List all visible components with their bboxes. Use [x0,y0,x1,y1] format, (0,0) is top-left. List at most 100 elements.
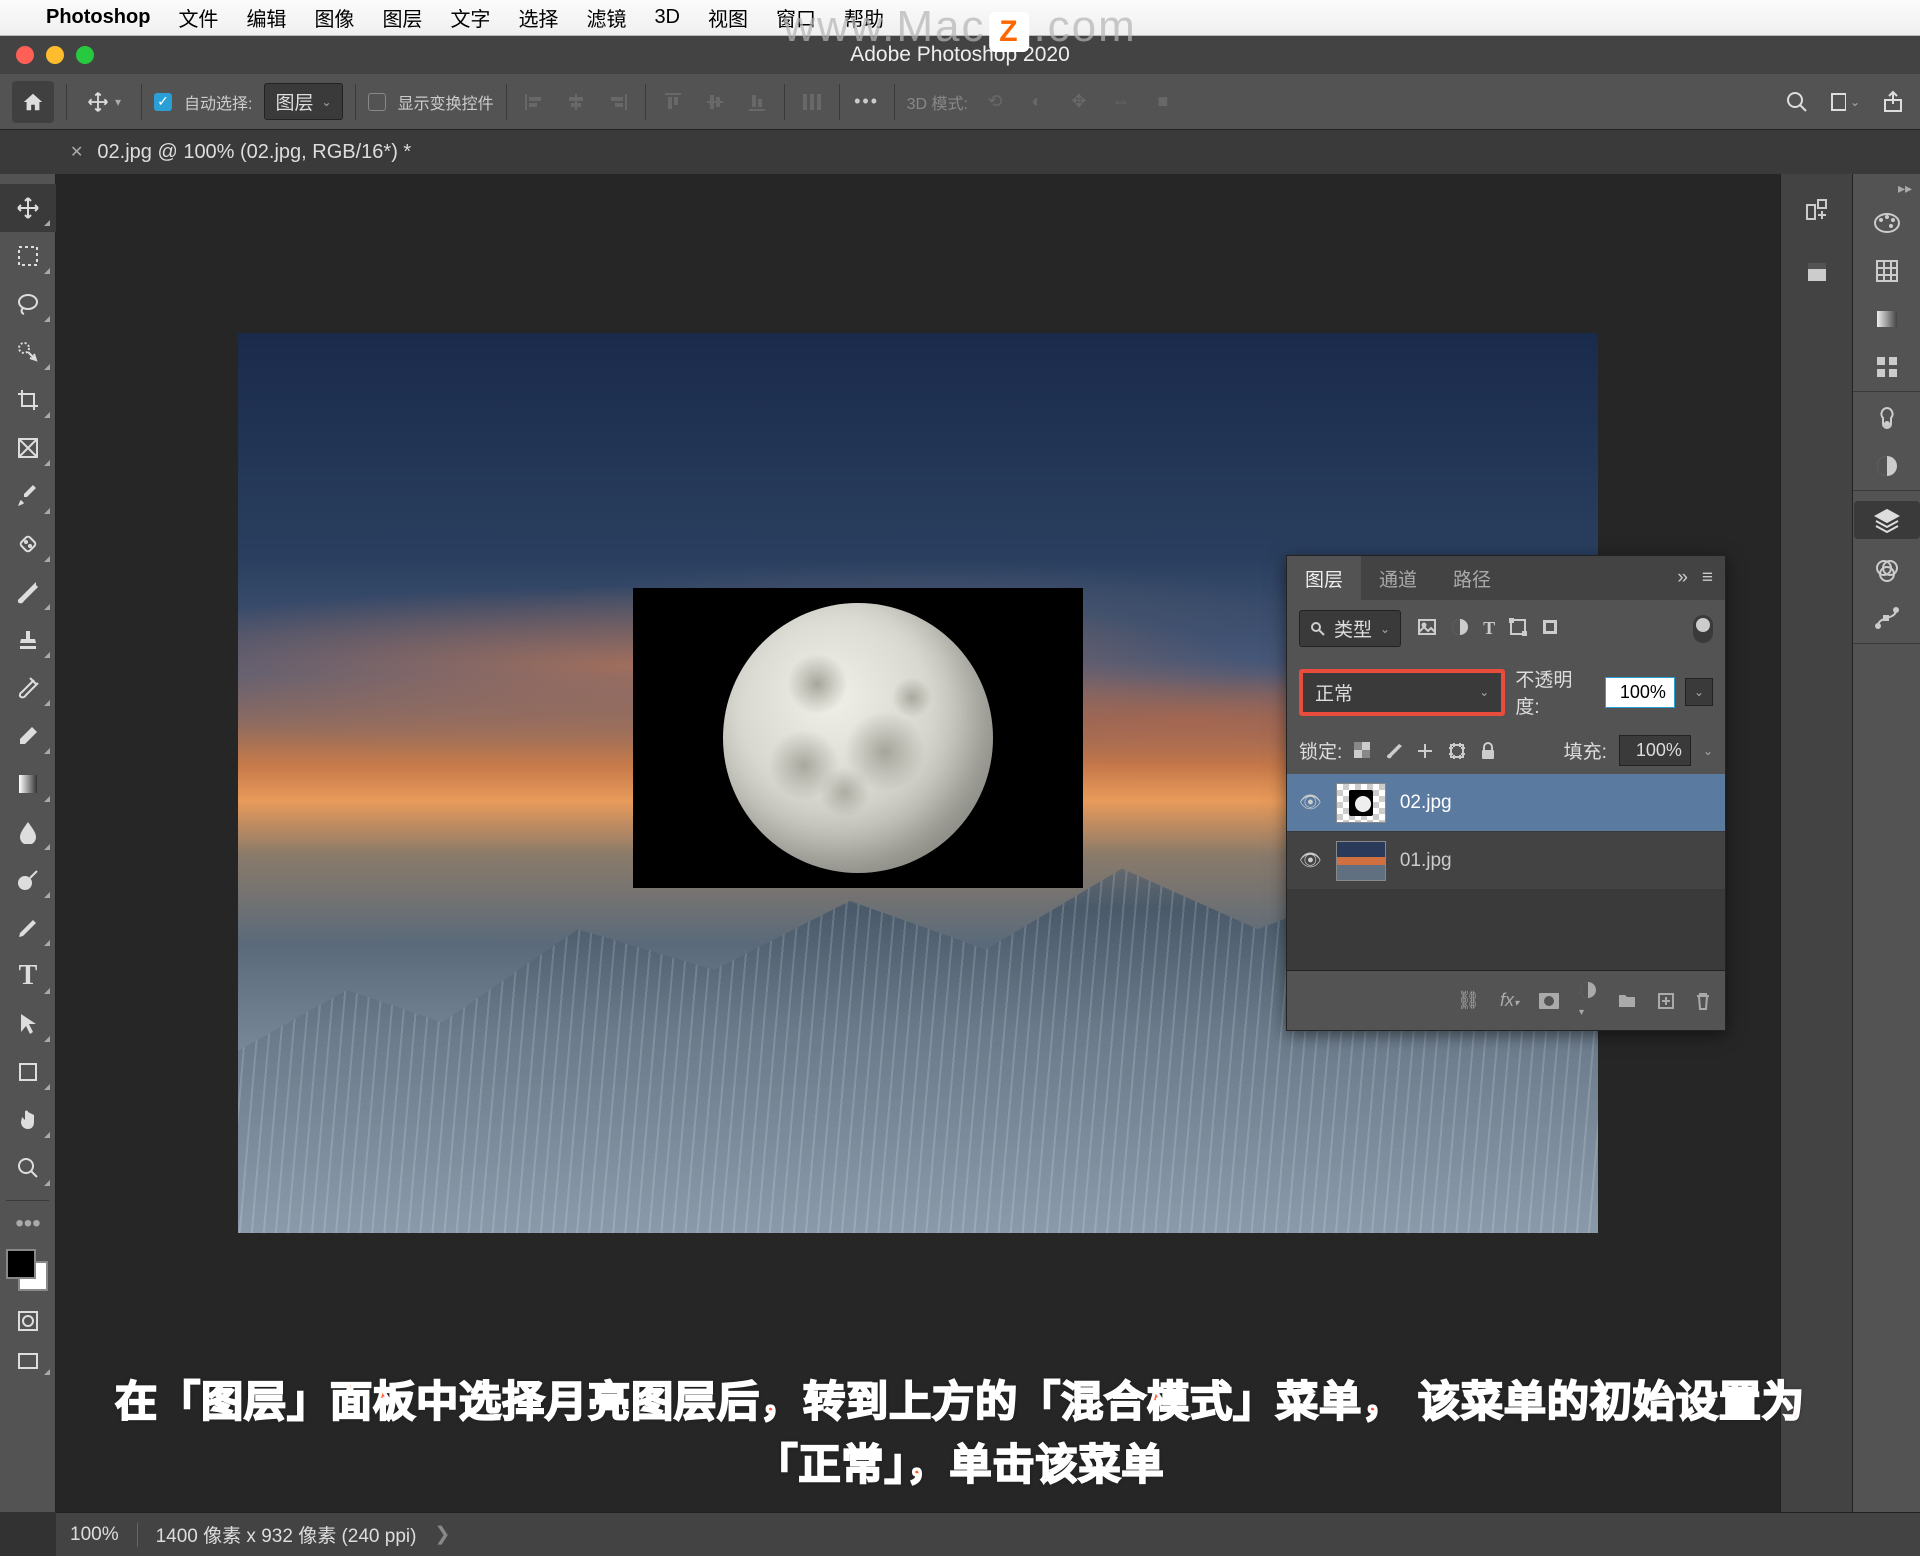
align-top-icon[interactable] [658,87,688,117]
menu-3d[interactable]: 3D [654,6,680,29]
panel-menu-icon[interactable]: ≡ [1702,567,1713,589]
align-hcenter-icon[interactable] [561,87,591,117]
search-icon[interactable] [1782,87,1812,117]
type-tool[interactable]: T [0,952,56,1000]
swatches-panel-icon[interactable] [1871,255,1903,287]
3d-orbit-icon[interactable]: ⟲ [980,87,1010,117]
menu-file[interactable]: 文件 [178,3,218,32]
zoom-level[interactable]: 100% [70,1524,119,1546]
quick-select-tool[interactable] [0,328,56,376]
layers-panel-icon[interactable] [1854,501,1920,539]
visibility-eye-icon[interactable]: 👁 [1299,850,1322,871]
paths-panel-icon[interactable] [1871,603,1903,635]
tab-channels[interactable]: 通道 [1361,556,1435,600]
color-swatches[interactable] [0,1245,56,1301]
panel-expand-icon[interactable]: » [1677,567,1688,589]
layer-row-02[interactable]: 👁 02.jpg [1287,774,1725,832]
gradients-panel-icon[interactable] [1871,303,1903,335]
lock-artboard-icon[interactable] [1448,742,1466,760]
menu-select[interactable]: 选择 [518,3,558,32]
stamp-tool[interactable] [0,616,56,664]
quick-mask-icon[interactable] [0,1301,56,1341]
brush-tool[interactable] [0,568,56,616]
crop-tool[interactable] [0,376,56,424]
layer-thumbnail[interactable] [1336,841,1386,881]
menu-filter[interactable]: 滤镜 [586,3,626,32]
menu-text[interactable]: 文字 [450,3,490,32]
fill-dropdown-icon[interactable]: ⌄ [1703,744,1713,758]
tab-layers[interactable]: 图层 [1287,556,1361,600]
lock-position-icon[interactable] [1416,742,1434,760]
lock-transparency-icon[interactable] [1354,742,1370,760]
healing-tool[interactable] [0,520,56,568]
visibility-eye-icon[interactable]: 👁 [1299,792,1322,813]
document-tab[interactable]: ✕ 02.jpg @ 100% (02.jpg, RGB/16*) * [70,141,411,164]
filter-toggle[interactable] [1693,615,1713,643]
filter-type-icon[interactable]: T [1483,618,1495,639]
layer-filter-kind[interactable]: 类型 ⌄ [1299,610,1401,647]
3d-slide-icon[interactable]: ⇔ [1106,87,1136,117]
color-panel-icon[interactable] [1871,207,1903,239]
history-brush-tool[interactable] [0,664,56,712]
opacity-input[interactable] [1605,677,1675,708]
close-tab-icon[interactable]: ✕ [70,142,83,162]
hand-tool[interactable] [0,1096,56,1144]
layer-mask-icon[interactable] [1539,993,1559,1009]
layer-group-icon[interactable] [1617,993,1637,1009]
fill-input[interactable] [1619,735,1691,766]
delete-layer-icon[interactable] [1695,992,1711,1010]
app-name[interactable]: Photoshop [46,6,150,29]
shape-tool[interactable] [0,1048,56,1096]
move-tool[interactable] [0,184,56,232]
share-icon[interactable] [1878,87,1908,117]
new-layer-icon[interactable] [1657,992,1675,1010]
properties-panel-icon[interactable] [1871,402,1903,434]
distribute-icon[interactable] [797,87,827,117]
align-vcenter-icon[interactable] [700,87,730,117]
3d-zoom-icon[interactable]: ■ [1148,87,1178,117]
eyedropper-tool[interactable] [0,472,56,520]
more-options-icon[interactable]: ••• [852,87,882,117]
menu-view[interactable]: 视图 [708,3,748,32]
align-bottom-icon[interactable] [742,87,772,117]
frame-tool[interactable] [0,424,56,472]
zoom-tool[interactable] [0,1144,56,1192]
layer-fx-icon[interactable]: fx▾ [1500,990,1519,1011]
edit-toolbar-icon[interactable]: ••• [0,1209,56,1239]
minimize-window-button[interactable] [46,46,64,64]
panel-icon-2[interactable] [1801,256,1833,288]
show-transform-checkbox[interactable] [368,93,386,111]
menu-help[interactable]: 帮助 [844,3,884,32]
auto-select-checkbox[interactable]: ✓ [154,93,172,111]
dodge-tool[interactable] [0,856,56,904]
channels-panel-icon[interactable] [1871,555,1903,587]
gradient-tool[interactable] [0,760,56,808]
home-button[interactable] [12,81,54,123]
lock-all-icon[interactable] [1480,742,1496,760]
align-right-icon[interactable] [603,87,633,117]
marquee-tool[interactable] [0,232,56,280]
tab-paths[interactable]: 路径 [1435,556,1509,600]
panel-icon-1[interactable] [1801,194,1833,226]
3d-roll-icon[interactable]: ◐ [1022,87,1052,117]
maximize-window-button[interactable] [76,46,94,64]
menu-layer[interactable]: 图层 [382,3,422,32]
adjustments-panel-icon[interactable] [1871,450,1903,482]
filter-shape-icon[interactable] [1509,618,1527,639]
layer-name[interactable]: 01.jpg [1400,850,1452,872]
blur-tool[interactable] [0,808,56,856]
auto-select-target[interactable]: 图层⌄ [264,83,342,120]
menu-edit[interactable]: 编辑 [246,3,286,32]
patterns-panel-icon[interactable] [1871,351,1903,383]
filter-pixel-icon[interactable] [1417,618,1437,639]
document-dimensions[interactable]: 1400 像素 x 932 像素 (240 ppi) [156,1521,417,1548]
opacity-dropdown-icon[interactable]: ⌄ [1685,678,1713,706]
close-window-button[interactable] [16,46,34,64]
move-tool-indicator[interactable]: ▾ [79,87,129,117]
link-layers-icon[interactable]: ⛓ [1457,990,1480,1011]
foreground-color-swatch[interactable] [6,1249,36,1279]
blend-mode-select[interactable]: 正常⌄ [1299,669,1505,716]
menu-image[interactable]: 图像 [314,3,354,32]
pen-tool[interactable] [0,904,56,952]
path-select-tool[interactable] [0,1000,56,1048]
